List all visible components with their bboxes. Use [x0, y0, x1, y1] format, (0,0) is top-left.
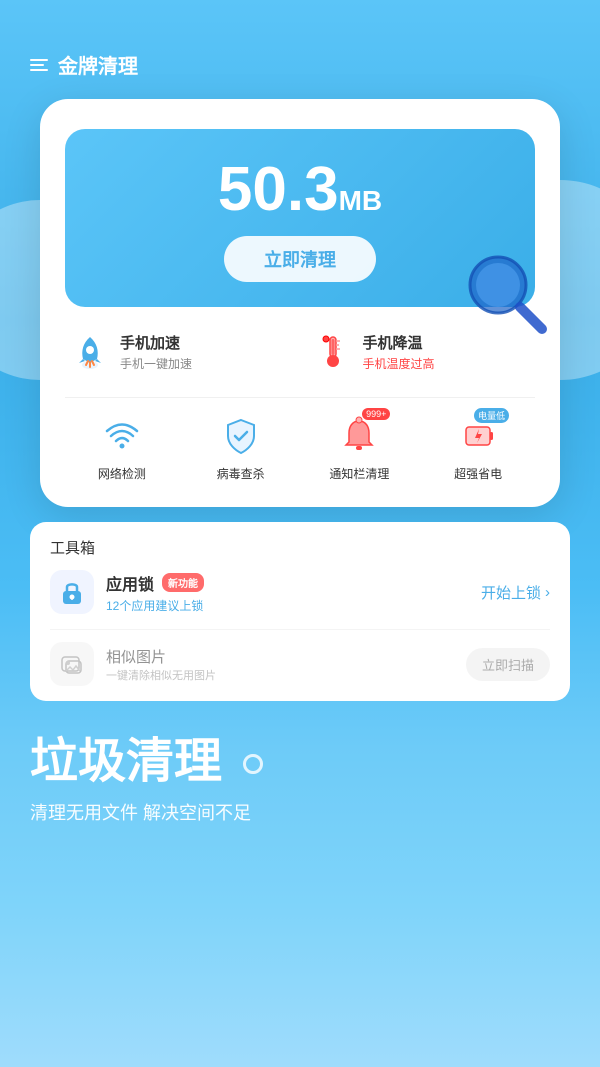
similar-left: 相似图片 一键清除相似无用图片: [50, 642, 216, 686]
thermometer-icon: [313, 332, 353, 372]
applock-subtitle: 12个应用建议上锁: [106, 597, 204, 614]
tool-virus-label: 病毒查杀: [217, 465, 265, 482]
tool-notification-label: 通知栏清理: [329, 465, 389, 482]
tool-power[interactable]: 电量低 超强省电: [421, 413, 535, 482]
applock-new-badge: 新功能: [162, 573, 204, 592]
memory-value: 50.3: [218, 155, 339, 224]
tool-network-label: 网络检测: [98, 465, 146, 482]
applock-title: 应用锁 新功能: [106, 571, 204, 595]
toolbox-title: 工具箱: [50, 537, 550, 558]
feature-boost-subtitle: 手机一键加速: [120, 355, 192, 372]
memory-unit: MB: [339, 185, 383, 216]
clean-button[interactable]: 立即清理: [224, 236, 376, 282]
memory-display: 50.3MB: [85, 159, 515, 221]
similar-text: 相似图片 一键清除相似无用图片: [106, 646, 216, 683]
applock-text: 应用锁 新功能 12个应用建议上锁: [106, 571, 204, 614]
shield-icon: [218, 413, 264, 459]
feature-cool-title: 手机降温: [363, 332, 435, 353]
bell-icon: 999+: [336, 413, 382, 459]
notification-badge: 999+: [362, 408, 390, 420]
scan-button[interactable]: 立即扫描: [466, 648, 550, 681]
hero-section: 垃圾清理 清理无用文件 解决空间不足: [0, 701, 600, 855]
tool-virus[interactable]: 病毒查杀: [184, 413, 298, 482]
menu-icon[interactable]: [30, 59, 48, 71]
feature-boost-text: 手机加速 手机一键加速: [120, 332, 192, 372]
chevron-right-icon: ›: [545, 584, 550, 601]
applock-action[interactable]: 开始上锁 ›: [481, 582, 550, 603]
main-card: 50.3MB 立即清理: [40, 99, 560, 507]
lock-icon: [50, 570, 94, 614]
similar-images-row: 相似图片 一键清除相似无用图片 立即扫描: [50, 629, 550, 686]
main-card-wrapper: 50.3MB 立即清理: [0, 99, 600, 507]
wifi-icon: [99, 413, 145, 459]
app-title: 金牌清理: [58, 50, 138, 79]
rocket-icon: [70, 332, 110, 372]
applock-row: 应用锁 新功能 12个应用建议上锁 开始上锁 ›: [50, 570, 550, 614]
tool-network[interactable]: 网络检测: [65, 413, 179, 482]
card-top-section: 50.3MB 立即清理: [65, 129, 535, 307]
hero-title: 垃圾清理: [30, 736, 570, 789]
tool-notification[interactable]: 999+ 通知栏清理: [303, 413, 417, 482]
feature-cool-text: 手机降温 手机温度过高: [363, 332, 435, 372]
tool-power-label: 超强省电: [454, 465, 502, 482]
similar-subtitle: 一键清除相似无用图片: [106, 667, 216, 683]
images-icon: [50, 642, 94, 686]
divider-1: [65, 397, 535, 398]
hero-dot-decoration: [243, 754, 263, 774]
toolbox-section: 工具箱 应用锁 新功能 12个应用建议上锁 开始上锁 ›: [30, 522, 570, 701]
feature-phone-boost[interactable]: 手机加速 手机一键加速: [65, 327, 293, 377]
similar-title: 相似图片: [106, 646, 216, 667]
feature-cool-subtitle: 手机温度过高: [363, 355, 435, 372]
hero-subtitle: 清理无用文件 解决空间不足: [30, 799, 570, 825]
power-badge: 电量低: [474, 408, 509, 423]
magnifier-icon: [460, 247, 550, 337]
battery-icon: 电量低: [455, 413, 501, 459]
feature-boost-title: 手机加速: [120, 332, 192, 353]
applock-action-label: 开始上锁: [481, 582, 541, 603]
header: 金牌清理: [0, 0, 600, 89]
tools-row: 网络检测 病毒查杀: [65, 413, 535, 482]
applock-left: 应用锁 新功能 12个应用建议上锁: [50, 570, 204, 614]
